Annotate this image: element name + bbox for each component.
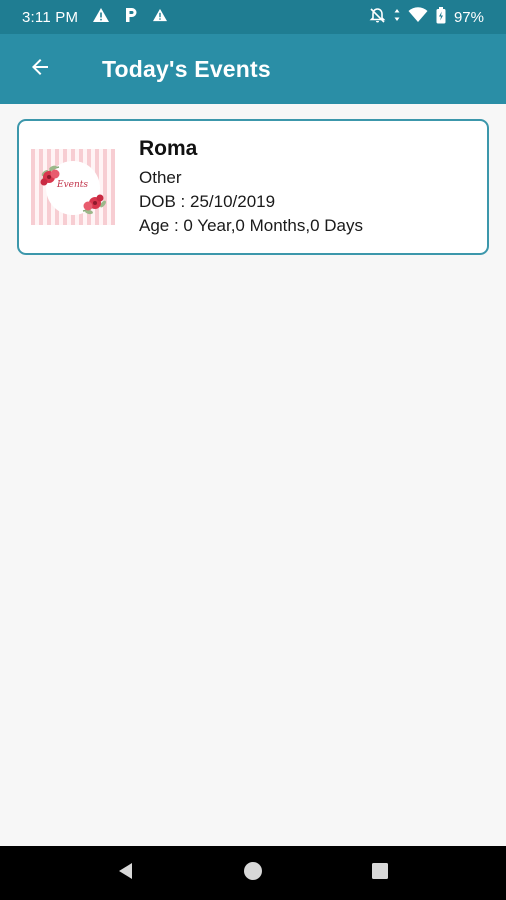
nav-home-button[interactable] xyxy=(233,853,273,893)
page-title: Today's Events xyxy=(102,55,271,82)
data-arrows-icon xyxy=(394,8,400,26)
nav-recents-icon xyxy=(370,861,390,886)
notifications-off-icon xyxy=(369,7,386,28)
system-nav-bar xyxy=(0,846,506,900)
battery-percent: 97% xyxy=(453,8,484,26)
parking-icon xyxy=(124,7,138,27)
event-age: Age : 0 Year,0 Months,0 Days xyxy=(139,215,363,235)
battery-icon xyxy=(436,6,446,28)
warning-icon xyxy=(152,8,168,26)
nav-back-icon xyxy=(116,861,136,886)
event-info: Roma Other DOB : 25/10/2019 Age : 0 Year… xyxy=(139,137,363,238)
status-time: 3:11 PM xyxy=(22,8,79,26)
app-bar: Today's Events xyxy=(0,34,506,104)
warning-icon xyxy=(92,7,110,27)
status-bar: 3:11 PM 97% xyxy=(0,0,506,34)
back-button[interactable] xyxy=(20,49,60,89)
arrow-back-icon xyxy=(28,55,52,84)
nav-back-button[interactable] xyxy=(106,853,146,893)
event-type: Other xyxy=(139,167,182,187)
wifi-icon xyxy=(408,7,428,27)
event-name: Roma xyxy=(139,136,198,160)
event-dob: DOB : 25/10/2019 xyxy=(139,191,276,211)
event-card[interactable]: Events Roma Other DOB : 25/10/2019 Age :… xyxy=(17,119,489,255)
events-list: Events Roma Other DOB : 25/10/2019 Age :… xyxy=(0,104,506,846)
thumbnail-text: Events xyxy=(57,180,89,190)
nav-home-icon xyxy=(243,861,263,886)
event-thumbnail: Events xyxy=(31,149,115,225)
nav-recents-button[interactable] xyxy=(360,853,400,893)
